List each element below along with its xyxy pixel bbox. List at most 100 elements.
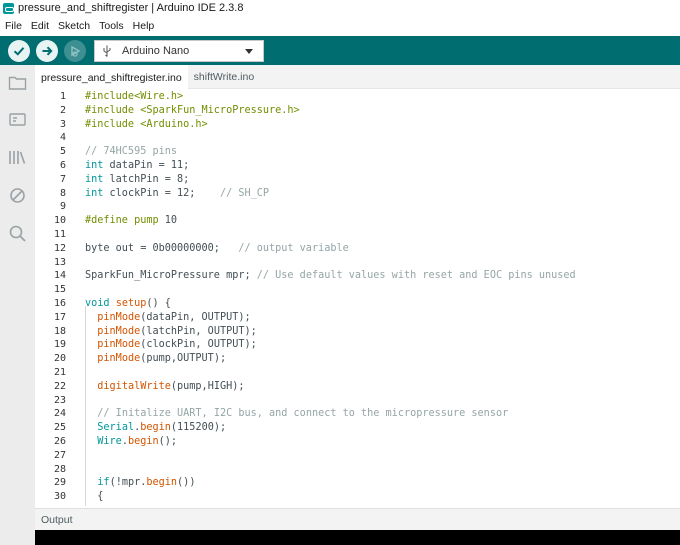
search-button[interactable] bbox=[8, 224, 27, 243]
code-editor[interactable]: 1 #include<Wire.h> 2 #include <SparkFun_Mic… bbox=[35, 89, 680, 508]
line-number: 16 bbox=[53, 298, 66, 309]
code-text: pinMode(pump,OUTPUT); bbox=[85, 353, 226, 364]
debug-stop-button[interactable] bbox=[8, 186, 27, 205]
search-icon bbox=[9, 225, 26, 242]
code-line[interactable]: 1 #include<Wire.h> bbox=[35, 90, 680, 104]
code-line[interactable]: 22 digitalWrite(pump,HIGH); bbox=[35, 379, 680, 393]
library-icon bbox=[9, 151, 26, 164]
code-line[interactable]: 16 void setup() { bbox=[35, 297, 680, 311]
code-line[interactable]: 27 bbox=[35, 448, 680, 462]
code-token: // Initalize UART, I2C bus, and connect … bbox=[97, 408, 509, 420]
line-number: 14 bbox=[53, 270, 66, 282]
line-number: 23 bbox=[53, 394, 66, 406]
code-line[interactable]: 20 pinMode(pump,OUTPUT); bbox=[35, 352, 680, 366]
line-number: 22 bbox=[53, 380, 66, 392]
code-token: (dataPin, OUTPUT); bbox=[140, 311, 251, 323]
code-text: #include <Arduino.h> bbox=[85, 119, 208, 130]
code-text: // Initalize UART, I2C bus, and connect … bbox=[85, 408, 508, 419]
code-line[interactable]: 6 int dataPin = 11; bbox=[35, 159, 680, 173]
menu-file[interactable]: File bbox=[5, 20, 22, 32]
code-text: pinMode(clockPin, OUTPUT); bbox=[85, 339, 256, 351]
code-line[interactable]: 18 pinMode(latchPin, OUTPUT); bbox=[35, 324, 680, 338]
line-number: 1 bbox=[59, 91, 66, 102]
code-token: pump bbox=[134, 215, 159, 227]
tab-pressure-and-shiftregister[interactable]: pressure_and_shiftregister.ino bbox=[35, 65, 188, 89]
verify-button[interactable] bbox=[8, 39, 30, 62]
code-line[interactable]: 8 int clockPin = 12; // SH_CP bbox=[35, 186, 680, 200]
code-line[interactable]: 29 if(!mpr.begin()) bbox=[35, 476, 680, 490]
code-line[interactable]: 24 // Initalize UART, I2C bus, and conne… bbox=[35, 407, 680, 421]
debug-button[interactable] bbox=[64, 39, 86, 62]
code-line[interactable]: 25 Serial.begin(115200); bbox=[35, 421, 680, 435]
output-console[interactable] bbox=[35, 530, 680, 545]
code-line[interactable]: 9 bbox=[35, 200, 680, 214]
code-line[interactable]: 4 bbox=[35, 131, 680, 145]
code-line[interactable]: 5 // 74HC595 pins bbox=[35, 145, 680, 159]
line-number: 30 bbox=[53, 491, 66, 503]
code-line[interactable]: 15 bbox=[35, 283, 680, 297]
line-number: 8 bbox=[59, 187, 66, 199]
code-token: // 74HC595 pins bbox=[85, 146, 178, 158]
title-bar: pressure_and_shiftregister | Arduino IDE… bbox=[0, 0, 680, 16]
code-token: digitalWrite bbox=[97, 380, 171, 392]
code-line[interactable]: 23 bbox=[35, 393, 680, 407]
tab-shiftwrite[interactable]: shiftWrite.ino bbox=[188, 65, 261, 89]
menu-help[interactable]: Help bbox=[133, 20, 155, 32]
boards-manager-button[interactable] bbox=[8, 110, 27, 129]
code-text: if(!mpr.begin()) bbox=[85, 477, 195, 488]
board-name: Arduino Nano bbox=[122, 44, 190, 57]
library-manager-button[interactable] bbox=[8, 148, 27, 167]
activity-bar bbox=[0, 65, 35, 545]
code-token: SparkFun_MicroPressure mpr; bbox=[85, 270, 257, 282]
code-token: int bbox=[85, 160, 104, 171]
code-line[interactable]: 17 pinMode(dataPin, OUTPUT); bbox=[35, 310, 680, 324]
code-line[interactable]: 13 bbox=[35, 255, 680, 269]
code-text: pinMode(latchPin, OUTPUT); bbox=[85, 325, 256, 337]
code-text: int dataPin = 11; bbox=[85, 160, 189, 171]
code-line[interactable]: 14 SparkFun_MicroPressure mpr; // Use def… bbox=[35, 269, 680, 283]
code-token: Serial bbox=[97, 422, 135, 434]
code-token: latchPin = 8; bbox=[103, 173, 190, 185]
line-number: 21 bbox=[53, 367, 66, 378]
code-text: void setup() { bbox=[85, 298, 171, 309]
code-token: #define bbox=[85, 215, 128, 227]
code-token: pinMode bbox=[97, 325, 141, 337]
code-token: pinMode bbox=[97, 339, 141, 351]
code-line[interactable]: 3 #include <Arduino.h> bbox=[35, 117, 680, 131]
code-line[interactable]: 12 byte out = 0b00000000; // output varia… bbox=[35, 241, 680, 255]
code-line[interactable]: 11 bbox=[35, 228, 680, 242]
sketchbook-button[interactable] bbox=[8, 73, 27, 92]
code-token: if bbox=[97, 477, 110, 489]
code-token: Wire bbox=[97, 436, 122, 447]
code-line[interactable]: 26 Wire.begin(); bbox=[35, 435, 680, 449]
code-text: #define pump 10 bbox=[85, 215, 177, 226]
upload-button[interactable] bbox=[36, 39, 58, 62]
toolbar: Arduino Nano bbox=[0, 36, 680, 65]
code-line[interactable]: 30 { bbox=[35, 490, 680, 504]
menu-tools[interactable]: Tools bbox=[99, 20, 124, 32]
code-line[interactable]: 2 #include <SparkFun_MicroPressure.h> bbox=[35, 103, 680, 117]
output-panel-header[interactable]: Output bbox=[35, 508, 680, 530]
board-selector[interactable]: Arduino Nano bbox=[94, 39, 264, 62]
menu-sketch[interactable]: Sketch bbox=[58, 20, 90, 32]
code-token: pinMode bbox=[97, 353, 141, 365]
code-token: ()) bbox=[177, 477, 196, 489]
line-number: 12 bbox=[53, 242, 66, 254]
line-number: 2 bbox=[59, 104, 66, 116]
code-text: { bbox=[85, 491, 103, 502]
code-token: dataPin = 11; bbox=[103, 160, 190, 171]
line-number: 19 bbox=[53, 339, 66, 351]
line-number: 29 bbox=[53, 477, 66, 489]
code-line[interactable]: 21 bbox=[35, 366, 680, 380]
menu-edit[interactable]: Edit bbox=[31, 20, 49, 32]
code-line[interactable]: 7 int latchPin = 8; bbox=[35, 172, 680, 186]
code-line[interactable]: 10 #define pump 10 bbox=[35, 214, 680, 228]
code-token: #include<Wire.h> bbox=[85, 91, 184, 102]
code-line[interactable]: 19 pinMode(clockPin, OUTPUT); bbox=[35, 338, 680, 352]
code-line[interactable]: 28 bbox=[35, 462, 680, 476]
arduino-logo-icon bbox=[3, 2, 14, 14]
